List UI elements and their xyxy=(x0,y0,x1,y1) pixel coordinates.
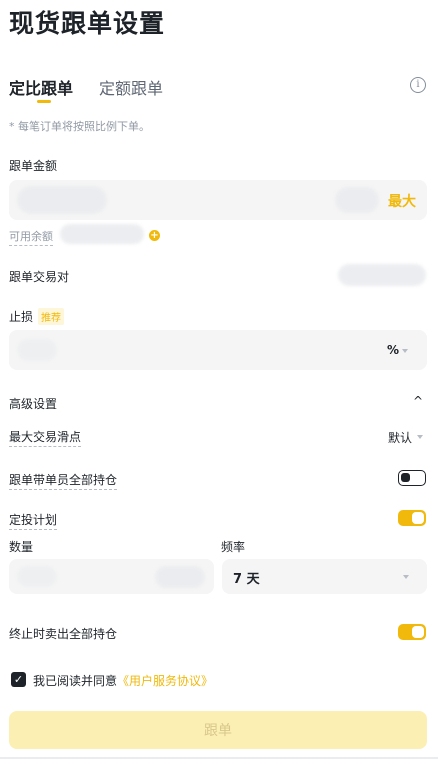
frequency-select[interactable]: 7 天 xyxy=(222,559,427,594)
pair-value-redacted[interactable] xyxy=(338,264,426,286)
agreement-checkbox[interactable]: ✓ xyxy=(11,672,26,687)
recommend-badge: 推荐 xyxy=(38,308,64,325)
page-title: 现货跟单设置 xyxy=(9,9,166,38)
sell-all-toggle[interactable] xyxy=(398,624,426,640)
advanced-settings-label: 高级设置 xyxy=(9,397,58,411)
quantity-value-redacted xyxy=(17,566,57,587)
stop-loss-label: 止损 xyxy=(9,310,34,324)
amount-value-redacted xyxy=(17,186,107,214)
hold-all-label: 跟单带单员全部持仓 xyxy=(9,471,118,490)
frequency-dropdown-icon xyxy=(403,575,409,579)
tab-fixed-copy[interactable]: 定额跟单 xyxy=(99,75,163,99)
chevron-up-icon[interactable]: ^ xyxy=(413,394,423,408)
hold-all-toggle[interactable] xyxy=(398,470,426,486)
info-icon[interactable]: i xyxy=(410,77,426,93)
dca-plan-label: 定投计划 xyxy=(9,511,58,530)
user-agreement-link[interactable]: 《用户服务协议》 xyxy=(117,674,213,688)
ratio-note: * 每笔订单将按照比例下单。 xyxy=(9,120,150,133)
add-funds-icon[interactable]: + xyxy=(149,230,160,241)
max-button[interactable]: 最大 xyxy=(388,191,416,211)
stop-loss-value-redacted xyxy=(17,339,57,361)
percent-unit: % xyxy=(387,343,400,357)
available-balance-redacted xyxy=(60,224,144,244)
copy-trade-button[interactable]: 跟单 xyxy=(9,711,427,749)
unit-dropdown-icon[interactable] xyxy=(402,349,408,353)
frequency-value: 7 天 xyxy=(233,572,260,587)
available-balance-label: 可用余额 xyxy=(9,228,53,246)
stop-loss-input[interactable]: % xyxy=(9,330,427,370)
dca-plan-toggle[interactable] xyxy=(398,510,426,526)
slippage-value[interactable]: 默认 xyxy=(388,429,412,446)
slippage-label: 最大交易滑点 xyxy=(9,428,82,447)
amount-input[interactable]: 最大 xyxy=(9,180,427,220)
amount-label: 跟单金额 xyxy=(9,159,58,173)
quantity-input[interactable] xyxy=(9,559,214,594)
tab-ratio-copy[interactable]: 定比跟单 xyxy=(9,75,73,99)
amount-secondary-redacted xyxy=(335,187,379,213)
quantity-label: 数量 xyxy=(9,540,34,554)
quantity-unit-redacted xyxy=(155,566,205,588)
pair-label: 跟单交易对 xyxy=(9,270,70,284)
agreement-text: 我已阅读并同意《用户服务协议》 xyxy=(33,672,213,689)
slippage-dropdown-icon[interactable] xyxy=(417,435,423,439)
tab-active-indicator xyxy=(37,100,51,103)
frequency-label: 频率 xyxy=(221,540,246,554)
agreement-prefix: 我已阅读并同意 xyxy=(33,674,118,688)
sell-all-label: 终止时卖出全部持仓 xyxy=(9,627,118,641)
